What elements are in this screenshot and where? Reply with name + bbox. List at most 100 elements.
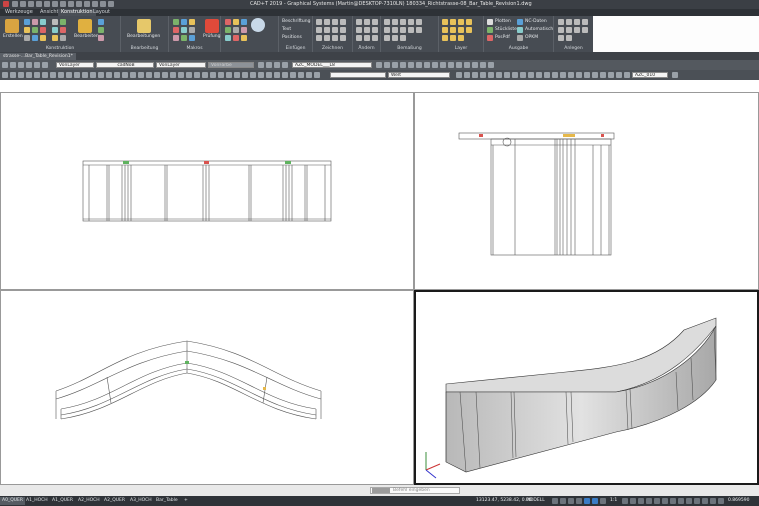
tool-icon[interactable] <box>432 62 438 68</box>
tool-icon[interactable] <box>654 498 660 504</box>
tool-icon[interactable] <box>392 62 398 68</box>
tool-icon[interactable] <box>574 27 580 33</box>
tool-icon[interactable] <box>60 35 66 41</box>
tool-icon[interactable] <box>74 72 80 78</box>
tool-icon[interactable] <box>646 498 652 504</box>
tool-icon[interactable] <box>496 72 502 78</box>
auto-icon[interactable] <box>517 27 523 33</box>
line-icon[interactable] <box>316 19 322 25</box>
tool-icon[interactable] <box>181 27 187 33</box>
plotten-label[interactable]: Plotten <box>495 19 511 24</box>
tool-icon[interactable] <box>242 72 248 78</box>
arc-icon[interactable] <box>340 19 346 25</box>
tool-icon[interactable] <box>32 35 38 41</box>
document-tab[interactable]: strasse-...Bar_Table_Revision1* <box>0 53 76 60</box>
tool-icon[interactable] <box>528 72 534 78</box>
quick-tool-icon[interactable] <box>92 1 98 7</box>
viewport-isometric[interactable] <box>414 290 759 485</box>
new-icon[interactable] <box>12 1 18 7</box>
dim-tool-icon[interactable] <box>416 27 422 33</box>
viewport-front[interactable] <box>0 92 414 290</box>
dim-tool-icon[interactable] <box>384 27 390 33</box>
automatisch-label[interactable]: Automatisch <box>525 27 553 32</box>
positions-label[interactable]: Positions <box>282 35 302 40</box>
bearbeiten-icon[interactable] <box>78 19 92 33</box>
tool-icon[interactable] <box>202 72 208 78</box>
tool-icon[interactable] <box>173 19 179 25</box>
tool-icon[interactable] <box>512 72 518 78</box>
undo-icon[interactable] <box>52 1 58 7</box>
tool-icon[interactable] <box>40 19 46 25</box>
tool-icon[interactable] <box>258 72 264 78</box>
pospdf-label[interactable]: PosPdf <box>495 35 510 40</box>
tool-icon[interactable] <box>600 72 606 78</box>
pdf-icon[interactable] <box>487 35 493 41</box>
tool-icon[interactable] <box>189 35 195 41</box>
tool-icon[interactable] <box>480 72 486 78</box>
tool-icon[interactable] <box>566 27 572 33</box>
print-icon[interactable] <box>44 1 50 7</box>
tool-icon[interactable] <box>456 72 462 78</box>
tool-icon[interactable] <box>106 72 112 78</box>
dim-tool-icon[interactable] <box>392 35 398 41</box>
layer-icon[interactable] <box>466 27 472 33</box>
tool-icon[interactable] <box>408 62 414 68</box>
tool-icon[interactable] <box>50 72 56 78</box>
dim-tool-icon[interactable] <box>400 27 406 33</box>
layout-tab[interactable]: Bar_Table <box>154 497 180 505</box>
tool-icon[interactable] <box>592 72 598 78</box>
tool-icon[interactable] <box>130 72 136 78</box>
tool-icon[interactable] <box>52 19 58 25</box>
tool-icon[interactable] <box>98 35 104 41</box>
quick-tool-icon[interactable] <box>108 1 114 7</box>
array-icon[interactable] <box>372 35 378 41</box>
tool-icon[interactable] <box>560 72 566 78</box>
tool-icon[interactable] <box>24 35 30 41</box>
tool-icon[interactable] <box>181 35 187 41</box>
tool-icon[interactable] <box>225 19 231 25</box>
layer-icon[interactable] <box>442 19 448 25</box>
opkm-label[interactable]: OPKM <box>525 35 538 40</box>
tool-icon[interactable] <box>233 27 239 33</box>
tool-icon[interactable] <box>210 72 216 78</box>
tool-icon[interactable] <box>233 19 239 25</box>
block-icon[interactable] <box>324 35 330 41</box>
annotation-scale[interactable]: 1:1 <box>610 497 617 505</box>
layout-tab[interactable]: A3_HOCH <box>128 497 154 505</box>
tool-icon[interactable] <box>138 72 144 78</box>
layer-icon[interactable] <box>442 35 448 41</box>
dim-tool-icon[interactable] <box>392 27 398 33</box>
tool-icon[interactable] <box>472 72 478 78</box>
region-icon[interactable] <box>340 35 346 41</box>
model-space-button[interactable]: MODELL <box>526 497 545 505</box>
visual-style-select[interactable]: Welt <box>388 72 450 78</box>
tool-icon[interactable] <box>616 72 622 78</box>
tool-icon[interactable] <box>154 72 160 78</box>
tool-icon[interactable] <box>18 62 24 68</box>
tool-icon[interactable] <box>576 72 582 78</box>
lineweight-icon[interactable] <box>600 498 606 504</box>
beschriftung-label[interactable]: Beschriftung <box>282 19 310 24</box>
tool-icon[interactable] <box>226 72 232 78</box>
tool-icon[interactable] <box>282 62 288 68</box>
command-buttons[interactable] <box>372 488 390 493</box>
tool-icon[interactable] <box>314 72 320 78</box>
tool-icon[interactable] <box>464 72 470 78</box>
tool-icon[interactable] <box>241 35 247 41</box>
tool-icon[interactable] <box>10 72 16 78</box>
polar-icon[interactable] <box>576 498 582 504</box>
plot-icon[interactable] <box>487 19 493 25</box>
viewport-top[interactable] <box>0 290 414 485</box>
tool-icon[interactable] <box>34 62 40 68</box>
tool-icon[interactable] <box>173 35 179 41</box>
tool-icon[interactable] <box>26 72 32 78</box>
tool-icon[interactable] <box>558 27 564 33</box>
tool-icon[interactable] <box>98 72 104 78</box>
list-icon[interactable] <box>487 27 493 33</box>
layer-icon[interactable] <box>458 19 464 25</box>
add-layout-button[interactable]: + <box>182 497 190 505</box>
tool-icon[interactable] <box>566 19 572 25</box>
tool-icon[interactable] <box>258 62 264 68</box>
tool-icon[interactable] <box>266 72 272 78</box>
tool-icon[interactable] <box>178 72 184 78</box>
